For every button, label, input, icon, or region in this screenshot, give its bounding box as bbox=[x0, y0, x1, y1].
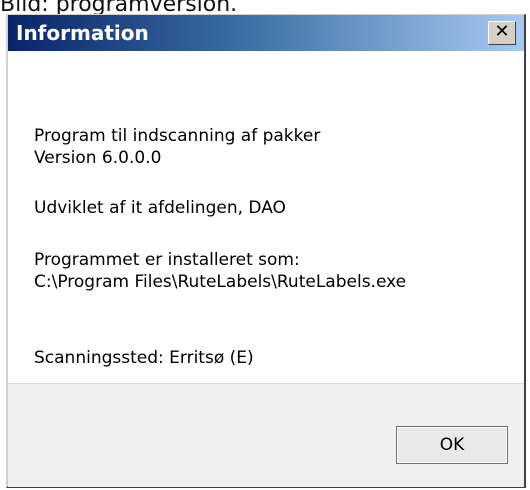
developer-text: Udviklet af it afdelingen, DAO bbox=[34, 198, 286, 218]
install-label: Programmet er installeret som: bbox=[34, 250, 300, 270]
information-dialog: Information ✕ Program til indscanning af… bbox=[6, 14, 526, 488]
ok-button[interactable]: OK bbox=[396, 426, 508, 464]
button-panel: OK bbox=[8, 383, 524, 487]
message-area: Program til indscanning af pakker Versio… bbox=[8, 51, 524, 383]
close-icon: ✕ bbox=[494, 21, 510, 42]
close-button[interactable]: ✕ bbox=[488, 21, 516, 45]
title-bar[interactable]: Information ✕ bbox=[8, 15, 524, 51]
scan-location: Scanningssted: Erritsø (E) bbox=[34, 348, 254, 368]
version-text: Version 6.0.0.0 bbox=[34, 148, 162, 168]
window-title: Information bbox=[16, 21, 149, 45]
install-path: C:\Program Files\RuteLabels\RuteLabels.e… bbox=[34, 272, 407, 292]
program-description: Program til indscanning af pakker bbox=[34, 126, 321, 146]
